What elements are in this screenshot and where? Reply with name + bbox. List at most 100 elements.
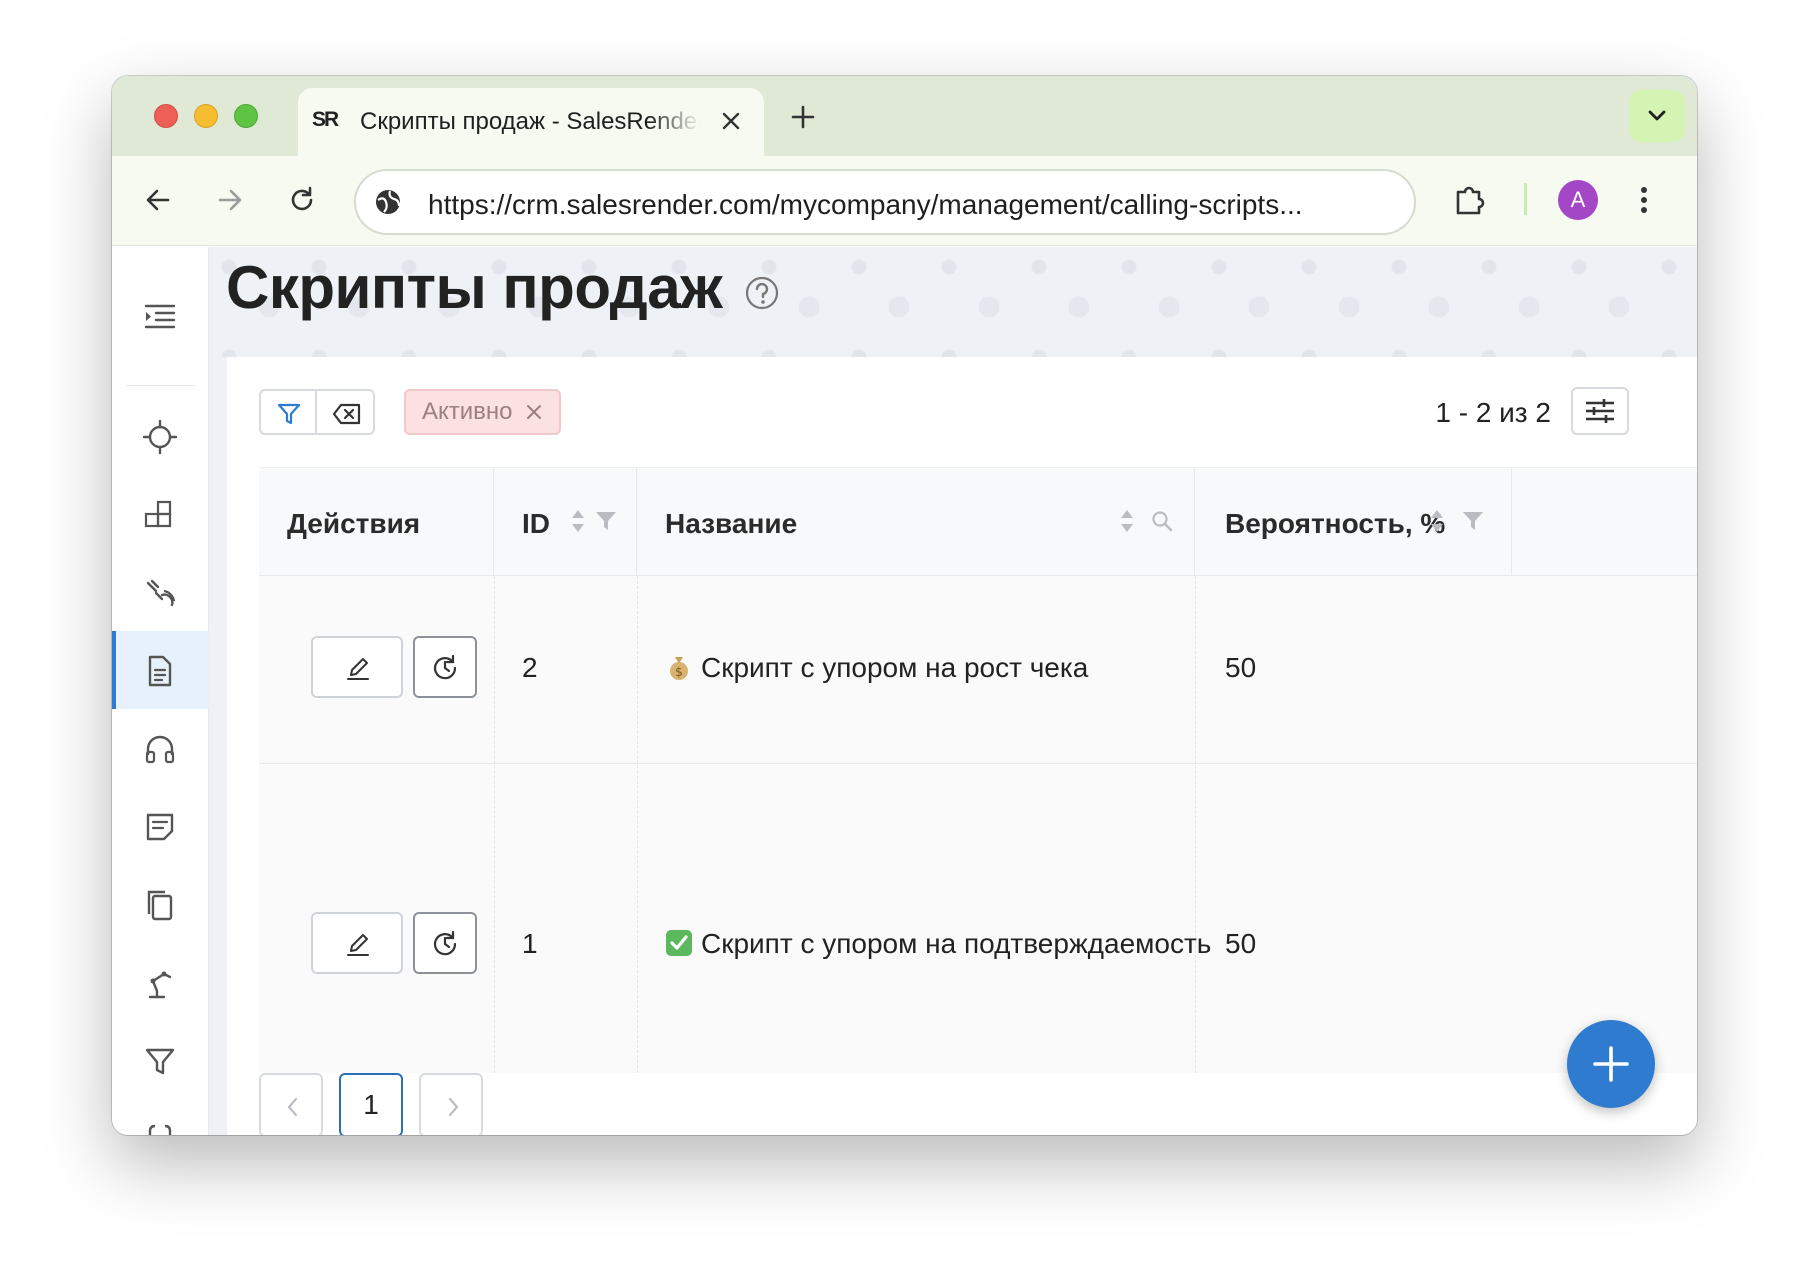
svg-text:$: $ bbox=[675, 665, 683, 679]
cell-id: 1 bbox=[522, 928, 538, 959]
sort-icon[interactable] bbox=[1119, 506, 1135, 536]
cell-probability: 50 bbox=[1225, 928, 1257, 959]
cell-probability: 50 bbox=[1225, 652, 1257, 683]
sidebar-divider bbox=[126, 385, 196, 386]
scripts-table: Действия ID Название Вероятность, % 2 $ … bbox=[259, 467, 1697, 1073]
chevron-left-icon bbox=[287, 1097, 298, 1117]
crosshair-icon bbox=[142, 419, 178, 455]
column-header-id[interactable]: ID bbox=[494, 468, 637, 576]
browser-menu-button[interactable] bbox=[1626, 182, 1662, 218]
edit-button[interactable] bbox=[311, 636, 403, 698]
scripts-panel: Активно 1 - 2 из 2 Действия ID Название … bbox=[227, 357, 1697, 1135]
filter-button[interactable] bbox=[259, 389, 317, 435]
history-icon bbox=[433, 930, 457, 956]
column-filter-icon[interactable] bbox=[1461, 510, 1485, 532]
sidebar-item-api[interactable] bbox=[112, 1099, 209, 1135]
sidebar-item-scripts[interactable] bbox=[112, 631, 209, 709]
page-button-current[interactable]: 1 bbox=[339, 1073, 403, 1135]
sidebar-item-warehouse[interactable] bbox=[112, 475, 209, 553]
chip-label: Активно bbox=[422, 398, 513, 425]
clear-filters-button[interactable] bbox=[317, 389, 375, 435]
check-mark-icon bbox=[666, 930, 692, 956]
favicon-text: SR bbox=[312, 108, 339, 131]
tab-title: Скрипты продаж - SalesRender bbox=[360, 108, 700, 135]
address-bar[interactable]: https://crm.salesrender.com/mycompany/ma… bbox=[354, 169, 1416, 235]
pencil-icon bbox=[347, 658, 369, 680]
arrow-left-icon bbox=[146, 189, 170, 211]
arrow-right-icon bbox=[218, 189, 242, 211]
profile-avatar[interactable]: A bbox=[1558, 180, 1598, 220]
toolbar-divider bbox=[1524, 183, 1527, 215]
robot-arm-icon bbox=[148, 971, 172, 999]
close-window-button[interactable] bbox=[154, 104, 178, 128]
sliders-icon bbox=[1586, 399, 1614, 423]
history-button[interactable] bbox=[413, 636, 477, 698]
results-counter: 1 - 2 из 2 bbox=[1435, 397, 1551, 428]
browser-tab-active[interactable]: SR Скрипты продаж - SalesRender bbox=[298, 88, 764, 156]
sidebar-item-targets[interactable] bbox=[112, 397, 209, 475]
cell-id: 2 bbox=[522, 652, 538, 683]
sidebar-item-notes[interactable] bbox=[112, 787, 209, 865]
sidebar-item-automation[interactable] bbox=[112, 943, 209, 1021]
pagination: 1 bbox=[259, 1073, 483, 1135]
copy-icon bbox=[147, 890, 173, 921]
chevron-down-icon bbox=[1648, 110, 1666, 121]
minimize-window-button[interactable] bbox=[194, 104, 218, 128]
column-header-probability[interactable]: Вероятность, % bbox=[1195, 468, 1512, 576]
forward-button[interactable] bbox=[212, 182, 248, 218]
page-title: Скрипты продаж bbox=[226, 254, 723, 321]
column-filter-icon[interactable] bbox=[594, 510, 618, 532]
reload-button[interactable] bbox=[284, 182, 320, 218]
column-settings-button[interactable] bbox=[1571, 387, 1629, 435]
document-icon bbox=[148, 655, 172, 687]
active-filter-chip[interactable]: Активно bbox=[404, 389, 561, 435]
cell-name[interactable]: Скрипт с упором на подтверждаемость bbox=[665, 928, 1211, 960]
maximize-window-button[interactable] bbox=[234, 104, 258, 128]
history-button[interactable] bbox=[413, 912, 477, 974]
history-icon bbox=[433, 654, 457, 680]
sidebar-item-integrations[interactable] bbox=[112, 553, 209, 631]
next-page-button[interactable] bbox=[419, 1073, 483, 1135]
sidebar-toggle[interactable] bbox=[112, 277, 209, 355]
new-tab-icon[interactable] bbox=[786, 100, 820, 134]
table-header: Действия ID Название Вероятность, % bbox=[259, 468, 1697, 576]
chevron-right-icon bbox=[448, 1097, 459, 1117]
filter-buttons bbox=[259, 389, 375, 435]
puzzle-icon bbox=[1456, 186, 1485, 215]
headphones-icon bbox=[145, 735, 175, 764]
tab-close-icon[interactable] bbox=[716, 106, 746, 136]
menu-collapse-icon bbox=[144, 304, 176, 329]
reload-icon bbox=[291, 186, 313, 211]
sort-icon[interactable] bbox=[570, 506, 586, 536]
prev-page-button[interactable] bbox=[259, 1073, 323, 1135]
plus-icon bbox=[1593, 1046, 1629, 1082]
tab-search-button[interactable] bbox=[1629, 90, 1685, 142]
note-icon bbox=[146, 813, 174, 841]
add-script-fab[interactable] bbox=[1567, 1020, 1655, 1108]
table-row[interactable]: 2 $ Скрипт с упором на рост чека 50 bbox=[259, 576, 1697, 764]
site-info-icon[interactable] bbox=[372, 186, 404, 218]
browser-toolbar: https://crm.salesrender.com/mycompany/ma… bbox=[112, 156, 1697, 246]
sidebar-item-calls[interactable] bbox=[112, 709, 209, 787]
sidebar-item-funnels[interactable] bbox=[112, 1021, 209, 1099]
funnel-icon bbox=[145, 1048, 175, 1075]
browser-window: SR Скрипты продаж - SalesRender https://… bbox=[112, 76, 1697, 1135]
column-header-name[interactable]: Название bbox=[637, 468, 1195, 576]
close-icon[interactable] bbox=[525, 403, 543, 421]
url-text: https://crm.salesrender.com/mycompany/ma… bbox=[428, 189, 1303, 220]
satellite-icon bbox=[146, 579, 176, 607]
help-icon[interactable] bbox=[744, 275, 780, 316]
money-bag-icon: $ bbox=[670, 657, 688, 680]
sidebar bbox=[112, 247, 209, 1135]
extensions-button[interactable] bbox=[1452, 182, 1488, 218]
table-row[interactable]: 1 Скрипт с упором на подтверждаемость 50 bbox=[259, 764, 1697, 1074]
back-button[interactable] bbox=[140, 182, 176, 218]
sidebar-item-templates[interactable] bbox=[112, 865, 209, 943]
edit-button[interactable] bbox=[311, 912, 403, 974]
cell-name[interactable]: $ Скрипт с упором на рост чека bbox=[665, 652, 1088, 684]
funnel-icon bbox=[277, 403, 301, 425]
boxes-icon bbox=[144, 500, 172, 528]
backspace-clear-icon bbox=[332, 403, 361, 425]
sort-icon[interactable] bbox=[1429, 506, 1445, 536]
column-search-icon[interactable] bbox=[1151, 510, 1173, 532]
